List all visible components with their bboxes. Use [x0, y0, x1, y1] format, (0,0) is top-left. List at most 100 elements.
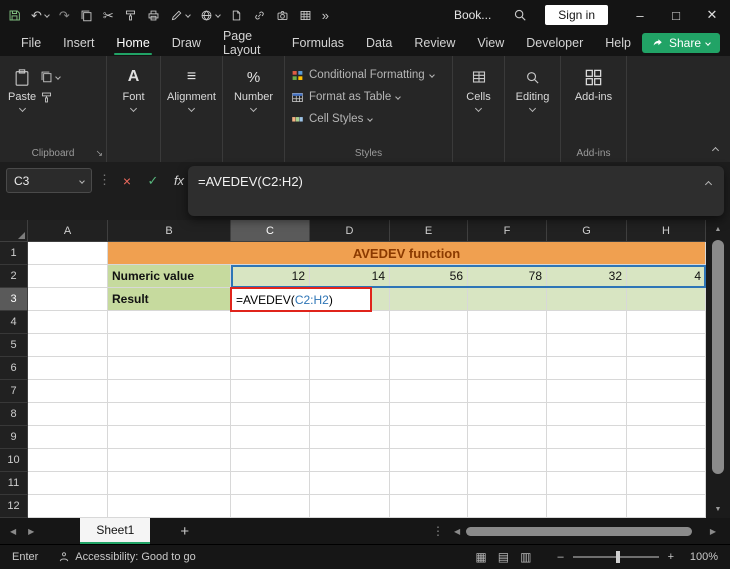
cell-G11[interactable]	[547, 472, 627, 495]
new-sheet-button[interactable]: +	[180, 523, 189, 540]
insert-function-button[interactable]: fx	[169, 168, 189, 193]
menu-tab-view[interactable]: View	[466, 30, 515, 56]
cells-button[interactable]: Cells	[453, 62, 504, 113]
cell-A10[interactable]	[28, 449, 108, 472]
accessibility-status[interactable]: Accessibility: Good to go	[58, 551, 196, 563]
row-header-11[interactable]: 11	[0, 472, 28, 495]
cell-E5[interactable]	[390, 334, 468, 357]
conditional-formatting-button[interactable]: Conditional Formatting	[291, 64, 448, 86]
cell-A5[interactable]	[28, 334, 108, 357]
cell-F12[interactable]	[468, 495, 547, 518]
vertical-scrollbar[interactable]: ▲ ▼	[706, 220, 730, 518]
cell-E6[interactable]	[390, 357, 468, 380]
table-icon[interactable]	[299, 9, 312, 22]
row-header-2[interactable]: 2	[0, 265, 28, 288]
cell-C6[interactable]	[231, 357, 310, 380]
editing-button[interactable]: Editing	[505, 62, 560, 113]
cell-F3[interactable]	[468, 288, 547, 311]
cell-E7[interactable]	[390, 380, 468, 403]
zoom-slider[interactable]	[572, 551, 659, 563]
cell-F5[interactable]	[468, 334, 547, 357]
cell-styles-button[interactable]: Cell Styles	[291, 108, 448, 130]
collapse-formula-bar-icon[interactable]	[704, 180, 713, 189]
cell-A12[interactable]	[28, 495, 108, 518]
sign-in-button[interactable]: Sign in	[545, 5, 608, 25]
cell-E11[interactable]	[390, 472, 468, 495]
cell-A9[interactable]	[28, 426, 108, 449]
clipboard-dialog-launcher-icon[interactable]: ↘	[95, 148, 103, 159]
column-header-C[interactable]: C	[231, 220, 310, 242]
cell-C8[interactable]	[231, 403, 310, 426]
cell-D6[interactable]	[310, 357, 390, 380]
printer-icon[interactable]	[147, 9, 160, 22]
menu-tab-data[interactable]: Data	[355, 30, 403, 56]
tabbar-more-icon[interactable]: ⋮	[432, 524, 444, 538]
cell-C5[interactable]	[231, 334, 310, 357]
menu-tab-insert[interactable]: Insert	[52, 30, 105, 56]
column-header-G[interactable]: G	[547, 220, 627, 242]
select-all-corner[interactable]	[0, 220, 28, 242]
column-header-E[interactable]: E	[390, 220, 468, 242]
scroll-up-icon[interactable]: ▲	[715, 222, 722, 236]
cell-H7[interactable]	[627, 380, 706, 403]
globe-icon[interactable]	[200, 9, 221, 22]
cell-B6[interactable]	[108, 357, 231, 380]
share-button[interactable]: Share	[641, 33, 720, 53]
cell-H4[interactable]	[627, 311, 706, 334]
document-icon[interactable]	[230, 9, 243, 22]
row-header-8[interactable]: 8	[0, 403, 28, 426]
active-cell-edit-box[interactable]: =AVEDEV(C2:H2)	[230, 287, 372, 312]
confirm-entry-button[interactable]: ✓	[143, 168, 163, 193]
cell-A11[interactable]	[28, 472, 108, 495]
cell-B7[interactable]	[108, 380, 231, 403]
cell-D11[interactable]	[310, 472, 390, 495]
cell-G7[interactable]	[547, 380, 627, 403]
name-box[interactable]: C3	[6, 168, 92, 193]
cell-E3[interactable]	[390, 288, 468, 311]
cell-F9[interactable]	[468, 426, 547, 449]
sheet-nav-left-icon[interactable]: ◀	[10, 527, 16, 536]
column-header-B[interactable]: B	[108, 220, 231, 242]
formula-bar-drag-handle[interactable]: ⋮	[98, 168, 111, 188]
vertical-scroll-thumb[interactable]	[712, 240, 724, 475]
cell-D5[interactable]	[310, 334, 390, 357]
vertical-scroll-track[interactable]	[706, 236, 730, 502]
cell-D8[interactable]	[310, 403, 390, 426]
maximize-button[interactable]: □	[658, 0, 694, 30]
number-button[interactable]: % Number	[223, 62, 284, 113]
cell-E8[interactable]	[390, 403, 468, 426]
column-header-D[interactable]: D	[310, 220, 390, 242]
normal-view-icon[interactable]: ▦	[475, 550, 486, 564]
cell-H10[interactable]	[627, 449, 706, 472]
cell-A7[interactable]	[28, 380, 108, 403]
cell-G10[interactable]	[547, 449, 627, 472]
cell-H8[interactable]	[627, 403, 706, 426]
copy-small-button[interactable]	[40, 70, 61, 83]
cell-C10[interactable]	[231, 449, 310, 472]
menu-tab-draw[interactable]: Draw	[161, 30, 212, 56]
row-header-7[interactable]: 7	[0, 380, 28, 403]
cell-G9[interactable]	[547, 426, 627, 449]
cell-H9[interactable]	[627, 426, 706, 449]
scroll-down-icon[interactable]: ▼	[715, 502, 722, 516]
row-header-10[interactable]: 10	[0, 449, 28, 472]
menu-tab-developer[interactable]: Developer	[515, 30, 594, 56]
cell-E9[interactable]	[390, 426, 468, 449]
format-as-table-button[interactable]: Format as Table	[291, 86, 448, 108]
cell-D7[interactable]	[310, 380, 390, 403]
cell-G2[interactable]: 32	[547, 265, 627, 288]
sheet-nav-right-icon[interactable]: ▶	[28, 527, 34, 536]
link-icon[interactable]	[253, 9, 266, 22]
cell-G3[interactable]	[547, 288, 627, 311]
page-break-view-icon[interactable]: ▥	[520, 550, 531, 564]
font-button[interactable]: A Font	[107, 62, 160, 113]
minimize-button[interactable]: –	[622, 0, 658, 30]
cell-G5[interactable]	[547, 334, 627, 357]
cell-F8[interactable]	[468, 403, 547, 426]
cell-A2[interactable]	[28, 265, 108, 288]
cell-H3[interactable]	[627, 288, 706, 311]
hscroll-left-icon[interactable]: ◀	[454, 527, 460, 536]
cell-E4[interactable]	[390, 311, 468, 334]
close-button[interactable]: ✕	[694, 0, 730, 30]
qat-overflow-icon[interactable]: »	[322, 9, 329, 22]
